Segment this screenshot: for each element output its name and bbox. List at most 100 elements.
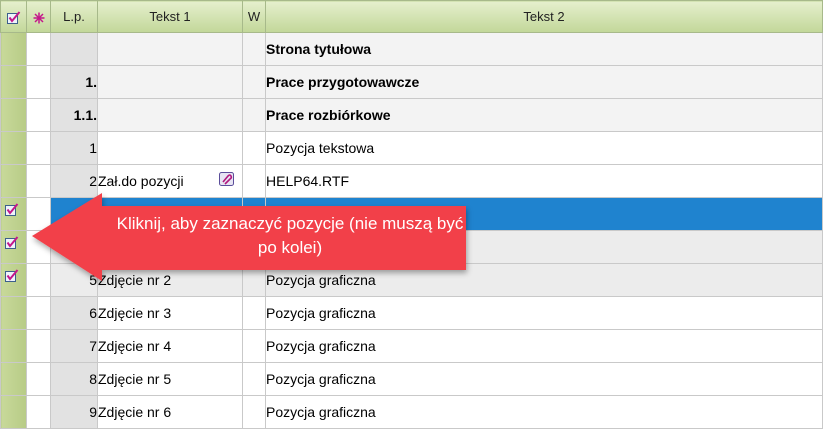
row-mark-cell[interactable] — [26, 164, 51, 198]
tekst2-cell[interactable] — [265, 197, 823, 231]
tekst1-cell[interactable] — [97, 32, 243, 66]
row-select-cell[interactable] — [0, 395, 27, 429]
table-row[interactable]: 1.1. Prace rozbiórkowe — [0, 98, 823, 132]
lp-cell: 6 — [50, 296, 98, 330]
tekst2-cell[interactable]: Pozycja graficzna — [265, 362, 823, 396]
tekst1-cell[interactable]: Zdjęcie nr 4 — [97, 329, 243, 363]
checkbox-checked-icon[interactable] — [5, 269, 19, 285]
tekst1-value: Zdjęcie nr 2 — [98, 272, 172, 288]
row-mark-cell[interactable] — [26, 131, 51, 165]
attachment-icon[interactable] — [219, 172, 234, 189]
tekst1-value: Zał.do pozycji — [98, 173, 184, 189]
lp-cell: 9 — [50, 395, 98, 429]
row-mark-cell[interactable] — [26, 197, 51, 231]
tekst2-cell[interactable] — [265, 230, 823, 264]
row-mark-cell[interactable] — [26, 329, 51, 363]
row-select-cell[interactable] — [0, 98, 27, 132]
table-row[interactable]: 6 Zdjęcie nr 3 Pozycja graficzna — [0, 296, 823, 330]
select-all-header[interactable] — [0, 0, 27, 33]
row-mark-cell[interactable] — [26, 362, 51, 396]
w-cell[interactable] — [242, 164, 266, 198]
row-select-cell[interactable] — [0, 131, 27, 165]
lp-cell: 1 — [50, 131, 98, 165]
table-row[interactable]: 2 Zał.do pozycji HELP64.RTF — [0, 164, 823, 198]
tekst1-value: Zdjęcie nr 5 — [98, 371, 172, 387]
tekst1-value: Zdjęcie nr 3 — [98, 305, 172, 321]
w-header[interactable]: W — [242, 0, 266, 33]
tekst2-cell[interactable]: Prace rozbiórkowe — [265, 98, 823, 132]
row-select-cell[interactable] — [0, 329, 27, 363]
tekst2-cell[interactable]: Pozycja graficzna — [265, 296, 823, 330]
table-row[interactable]: 5 Zdjęcie nr 2 Pozycja graficzna — [0, 263, 823, 297]
w-cell[interactable] — [242, 131, 266, 165]
table-row[interactable] — [0, 197, 823, 231]
table-row[interactable]: 7 Zdjęcie nr 4 Pozycja graficzna — [0, 329, 823, 363]
w-cell[interactable] — [242, 32, 266, 66]
row-select-cell[interactable] — [0, 197, 27, 231]
tekst2-cell[interactable]: Pozycja tekstowa — [265, 131, 823, 165]
tekst1-cell[interactable] — [97, 98, 243, 132]
lp-header[interactable]: L.p. — [50, 0, 98, 33]
tekst2-cell[interactable]: Pozycja graficzna — [265, 395, 823, 429]
tekst1-cell[interactable]: Zdjęcie nr 3 — [97, 296, 243, 330]
w-cell[interactable] — [242, 296, 266, 330]
row-select-cell[interactable] — [0, 65, 27, 99]
lp-cell: 1.1. — [50, 98, 98, 132]
w-cell[interactable] — [242, 362, 266, 396]
row-mark-cell[interactable] — [26, 65, 51, 99]
lp-cell: 5 — [50, 263, 98, 297]
mark-header[interactable] — [26, 0, 51, 33]
tekst2-cell[interactable]: Pozycja graficzna — [265, 263, 823, 297]
tekst1-cell[interactable] — [97, 197, 243, 231]
header-row: L.p. Tekst 1 W Tekst 2 — [0, 0, 823, 33]
tekst1-cell[interactable]: Zdjęcie nr 2 — [97, 263, 243, 297]
table-row[interactable]: 1 Pozycja tekstowa — [0, 131, 823, 165]
w-cell[interactable] — [242, 197, 266, 231]
table-row[interactable]: 9 Zdjęcie nr 6 Pozycja graficzna — [0, 395, 823, 429]
tekst1-cell[interactable]: Zdjęcie nr 5 — [97, 362, 243, 396]
checkbox-checked-icon[interactable] — [5, 203, 19, 219]
row-select-cell[interactable] — [0, 164, 27, 198]
w-cell[interactable] — [242, 395, 266, 429]
lp-cell: 1. — [50, 65, 98, 99]
tekst1-cell[interactable]: Zał.do pozycji — [97, 164, 243, 198]
table-row[interactable]: 8 Zdjęcie nr 5 Pozycja graficzna — [0, 362, 823, 396]
w-cell[interactable] — [242, 329, 266, 363]
w-cell[interactable] — [242, 98, 266, 132]
tekst1-header[interactable]: Tekst 1 — [97, 0, 243, 33]
tekst2-cell[interactable]: Strona tytułowa — [265, 32, 823, 66]
lp-cell — [50, 230, 98, 264]
checkbox-checked-icon[interactable] — [6, 11, 21, 25]
lp-cell — [50, 197, 98, 231]
row-select-cell[interactable] — [0, 263, 27, 297]
row-select-cell[interactable] — [0, 32, 27, 66]
tekst2-cell[interactable]: Pozycja graficzna — [265, 329, 823, 363]
w-cell[interactable] — [242, 65, 266, 99]
row-mark-cell[interactable] — [26, 32, 51, 66]
w-cell[interactable] — [242, 230, 266, 264]
tekst2-header[interactable]: Tekst 2 — [265, 0, 823, 33]
row-mark-cell[interactable] — [26, 395, 51, 429]
table-row[interactable] — [0, 230, 823, 264]
tekst1-cell[interactable] — [97, 65, 243, 99]
row-mark-cell[interactable] — [26, 296, 51, 330]
tekst1-cell[interactable] — [97, 131, 243, 165]
table-row[interactable]: 1. Prace przygotowawcze — [0, 65, 823, 99]
w-cell[interactable] — [242, 263, 266, 297]
snowflake-icon[interactable] — [33, 12, 45, 24]
lp-cell: 8 — [50, 362, 98, 396]
row-mark-cell[interactable] — [26, 98, 51, 132]
tekst2-cell[interactable]: HELP64.RTF — [265, 164, 823, 198]
tekst2-cell[interactable]: Prace przygotowawcze — [265, 65, 823, 99]
lp-cell — [50, 32, 98, 66]
lp-cell: 7 — [50, 329, 98, 363]
row-select-cell[interactable] — [0, 362, 27, 396]
row-select-cell[interactable] — [0, 230, 27, 264]
row-select-cell[interactable] — [0, 296, 27, 330]
table-row[interactable]: Strona tytułowa — [0, 32, 823, 66]
tekst1-cell[interactable] — [97, 230, 243, 264]
tekst1-cell[interactable]: Zdjęcie nr 6 — [97, 395, 243, 429]
row-mark-cell[interactable] — [26, 263, 51, 297]
row-mark-cell[interactable] — [26, 230, 51, 264]
checkbox-checked-icon[interactable] — [5, 236, 19, 252]
